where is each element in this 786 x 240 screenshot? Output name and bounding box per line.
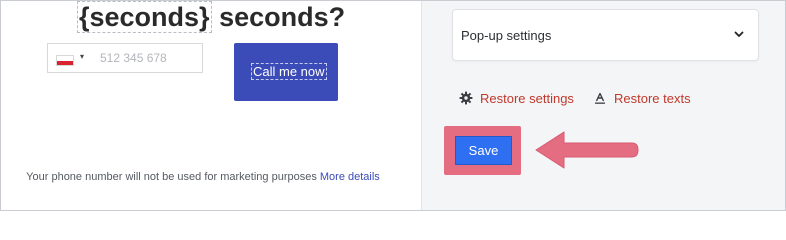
country-dropdown-caret-icon[interactable]: ▾ [80, 52, 84, 61]
popup-settings-label: Pop-up settings [461, 28, 552, 43]
seconds-token[interactable]: {seconds} [77, 1, 212, 33]
restore-settings-button[interactable]: Restore settings [459, 89, 574, 107]
restore-texts-label: Restore texts [614, 90, 691, 106]
popup-headline: {seconds} seconds? [77, 1, 345, 33]
chevron-down-icon[interactable] [732, 27, 746, 41]
gear-icon [459, 91, 473, 105]
privacy-disclaimer: Your phone number will not be used for m… [21, 170, 385, 185]
popup-preview: {seconds} seconds? ▾ 512 345 678 Call me… [1, 1, 422, 210]
text-icon [595, 92, 605, 104]
more-details-link[interactable]: More details [320, 171, 380, 183]
call-button-label: Call me now [251, 63, 327, 80]
disclaimer-text: Your phone number will not be used for m… [26, 171, 320, 183]
app-frame: {seconds} seconds? ▾ 512 345 678 Call me… [0, 0, 786, 211]
popup-settings-dropdown[interactable]: Pop-up settings [452, 9, 759, 61]
settings-panel: Pop-up settings Restore settings Restore… [422, 1, 785, 210]
pointer-arrow-icon [535, 131, 639, 169]
phone-number-input[interactable]: ▾ 512 345 678 [47, 43, 203, 73]
call-me-now-button[interactable]: Call me now [234, 43, 338, 101]
restore-settings-label: Restore settings [480, 90, 574, 106]
restore-texts-button[interactable]: Restore texts [593, 89, 691, 107]
poland-flag-icon[interactable] [56, 55, 74, 66]
phone-placeholder: 512 345 678 [100, 51, 167, 65]
save-highlight-box: Save [444, 126, 521, 175]
save-button[interactable]: Save [455, 136, 512, 165]
headline-suffix: seconds? [211, 2, 346, 32]
